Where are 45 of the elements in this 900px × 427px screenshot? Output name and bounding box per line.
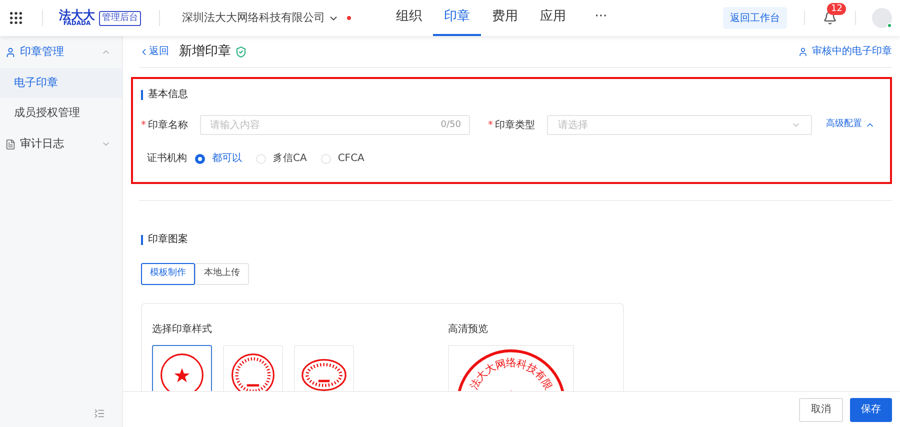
required-mark: * [141, 118, 146, 132]
sidebar-item[interactable]: 成员授权管理 [0, 98, 122, 128]
shield-check-icon [235, 46, 247, 58]
bell-icon[interactable] [823, 11, 837, 25]
user-icon [5, 46, 16, 58]
user-icon [798, 46, 808, 56]
notification-badge: 12 [827, 3, 846, 15]
back-link[interactable]: 返回 [139, 44, 169, 59]
radio-option[interactable]: 都可以 [195, 151, 242, 166]
stamp-drawing [300, 357, 348, 391]
admin-badge: 管理后台 [99, 10, 141, 26]
tab[interactable]: 本地上传 [195, 263, 249, 285]
field-label: 印章名称 [148, 118, 189, 132]
pending-seals-link[interactable]: 审核中的电子印章 [798, 44, 892, 59]
nav-tab[interactable]: 应用 [529, 0, 577, 36]
advanced-settings-link[interactable]: 高级配置 [826, 118, 875, 132]
stamp-drawing [230, 352, 276, 391]
field-label: 证书机构 [147, 152, 187, 166]
required-mark: * [488, 118, 493, 132]
tab[interactable]: 模板制作 [141, 263, 195, 285]
apps-menu-icon[interactable] [8, 10, 24, 26]
nav-tab[interactable]: 印章 [433, 0, 481, 36]
card-title: 选择印章样式 [152, 324, 212, 335]
cancel-button[interactable]: 取消 [799, 398, 843, 422]
radio-option[interactable]: CFCA [320, 151, 364, 166]
sidebar-group[interactable]: 审计日志 [0, 128, 122, 160]
radio-option[interactable]: 豸信CA [256, 151, 307, 166]
workspace-button[interactable]: 返回工作台 [723, 7, 787, 29]
card-title: 高清预览 [448, 324, 488, 335]
character-counter: 0/50 [440, 119, 461, 131]
radio-button[interactable] [195, 154, 205, 164]
stamp-drawing [159, 352, 205, 391]
nav-tab[interactable]: ··· [577, 0, 625, 36]
field-label: 印章类型 [495, 118, 536, 132]
sidebar-group[interactable]: 印章管理 [0, 36, 122, 68]
collapse-sidebar-icon[interactable] [94, 408, 105, 419]
company-switcher[interactable]: 深圳法大大网络科技有限公司 [182, 10, 339, 26]
sidebar-item[interactable]: 电子印章 [0, 68, 122, 98]
section-heading: 基本信息 [148, 88, 188, 102]
nav-tab[interactable]: 费用 [481, 0, 529, 36]
page-title: 新增印章 [179, 42, 231, 61]
save-button[interactable]: 保存 [850, 398, 892, 422]
section-heading: 印章图案 [148, 232, 188, 247]
nav-tab[interactable]: 组织 [385, 0, 433, 36]
document-icon [5, 138, 16, 150]
